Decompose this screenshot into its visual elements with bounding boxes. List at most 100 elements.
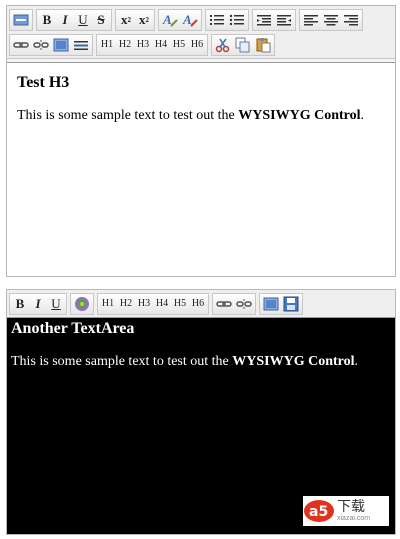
editor-2: B I U H1 H2 H3 H4 H5 H6 Another TextArea… [6, 289, 396, 535]
link-icon [216, 300, 232, 307]
indent-button[interactable] [274, 10, 294, 30]
indent-group [252, 8, 296, 31]
html-group [9, 8, 33, 31]
editor-2-content-area[interactable]: Another TextArea This is some sample tex… [7, 317, 395, 534]
save-icon [283, 296, 299, 311]
toolbar-row-2: H1 H2 H3 H4 H5 H6 [9, 33, 393, 56]
align-right-icon [344, 14, 358, 25]
scissors-icon [215, 38, 230, 52]
italic-button[interactable]: I [56, 10, 74, 30]
watermark: a5 下载 xiazai.com [303, 496, 389, 526]
align-center-button[interactable] [321, 10, 341, 30]
subscript-button[interactable]: x2 [117, 10, 135, 30]
content-paragraph: This is some sample text to test out the… [17, 108, 385, 124]
content-heading: Another TextArea [11, 320, 135, 337]
svg-text:A: A [162, 12, 172, 27]
horizontal-rule-button[interactable] [71, 35, 91, 55]
text-color-icon: A [162, 12, 178, 27]
h2-button[interactable]: H2 [116, 35, 134, 55]
copy-icon [235, 37, 250, 52]
image-icon [263, 297, 279, 310]
image-icon [53, 38, 69, 51]
bold-button[interactable]: B [11, 294, 29, 314]
content-heading: Test H3 [17, 74, 70, 91]
watermark-url: xiazai.com [337, 514, 371, 522]
unordered-list-button[interactable] [227, 10, 247, 30]
unlink-button[interactable] [234, 294, 254, 314]
clipboard-group [211, 33, 275, 56]
format-group: B I U S [36, 8, 112, 31]
copy-button[interactable] [233, 35, 253, 55]
editor-2-toolbar: B I U H1 H2 H3 H4 H5 H6 [7, 290, 395, 318]
italic-button[interactable]: I [29, 294, 47, 314]
link-icon [13, 41, 29, 48]
text-color-button[interactable]: A [160, 10, 180, 30]
paragraph-bold-text: WYSIWYG Control [232, 354, 355, 369]
outdent-icon [257, 14, 271, 25]
h6-button[interactable]: H6 [188, 35, 206, 55]
h6-button[interactable]: H6 [189, 294, 207, 314]
svg-text:A: A [182, 12, 192, 27]
horizontal-rule-icon [74, 40, 88, 50]
color-picker-button[interactable] [72, 294, 92, 314]
editor-1-toolbar: B I U S x2 x2 A A H1 H2 H3 H4 H5 H6 [7, 6, 395, 59]
h3-button[interactable]: H3 [135, 294, 153, 314]
script-group: x2 x2 [115, 8, 155, 31]
paragraph-text: This is some sample text to test out the [11, 354, 233, 369]
underline-button[interactable]: U [47, 294, 65, 314]
cut-button[interactable] [213, 35, 233, 55]
strikethrough-button[interactable]: S [92, 10, 110, 30]
h1-button[interactable]: H1 [98, 35, 116, 55]
align-right-button[interactable] [341, 10, 361, 30]
h5-button[interactable]: H5 [170, 35, 188, 55]
align-group [299, 8, 363, 31]
bold-button[interactable]: B [38, 10, 56, 30]
watermark-name: 下载 [337, 498, 365, 515]
a5-logo-icon: a5 [304, 500, 334, 522]
paragraph-end: . [354, 354, 359, 369]
highlight-color-button[interactable]: A [180, 10, 200, 30]
highlight-icon: A [182, 12, 198, 27]
align-left-icon [304, 14, 318, 25]
h1-button[interactable]: H1 [99, 294, 117, 314]
paragraph-text: This is some sample text to test out the [17, 108, 239, 123]
indent-icon [277, 14, 291, 25]
ordered-list-button[interactable] [207, 10, 227, 30]
color-palette-icon [75, 296, 89, 311]
underline-button[interactable]: U [74, 10, 92, 30]
toolbar-row: B I U H1 H2 H3 H4 H5 H6 [9, 292, 393, 315]
html-icon [13, 14, 29, 25]
paste-icon [256, 37, 271, 52]
superscript-button[interactable]: x2 [135, 10, 153, 30]
align-center-icon [324, 14, 338, 25]
h3-button[interactable]: H3 [134, 35, 152, 55]
unlink-icon [236, 298, 252, 309]
h4-button[interactable]: H4 [152, 35, 170, 55]
toolbar-row-1: B I U S x2 x2 A A [9, 8, 393, 31]
insert-image-button[interactable] [261, 294, 281, 314]
insert-link-button[interactable] [214, 294, 234, 314]
link-group [212, 292, 256, 315]
color-group: A A [158, 8, 202, 31]
h4-button[interactable]: H4 [153, 294, 171, 314]
paragraph-bold-text: WYSIWYG Control [238, 108, 361, 123]
editor-1-content-area[interactable]: Test H3 This is some sample text to test… [7, 62, 395, 276]
paragraph-end: . [360, 108, 365, 123]
editor-1: B I U S x2 x2 A A H1 H2 H3 H4 H5 H6 Test… [6, 5, 396, 277]
paste-button[interactable] [253, 35, 273, 55]
unlink-icon [33, 39, 49, 50]
h2-button[interactable]: H2 [117, 294, 135, 314]
h5-button[interactable]: H5 [171, 294, 189, 314]
content-paragraph: This is some sample text to test out the… [11, 354, 391, 370]
superscript-mark: 2 [145, 15, 150, 24]
save-button[interactable] [281, 294, 301, 314]
outdent-button[interactable] [254, 10, 274, 30]
insert-image-button[interactable] [51, 35, 71, 55]
unlink-button[interactable] [31, 35, 51, 55]
svg-text:a5: a5 [309, 504, 328, 520]
list-group [205, 8, 249, 31]
format-group: B I U [9, 292, 67, 315]
align-left-button[interactable] [301, 10, 321, 30]
insert-link-button[interactable] [11, 35, 31, 55]
html-source-button[interactable] [11, 10, 31, 30]
